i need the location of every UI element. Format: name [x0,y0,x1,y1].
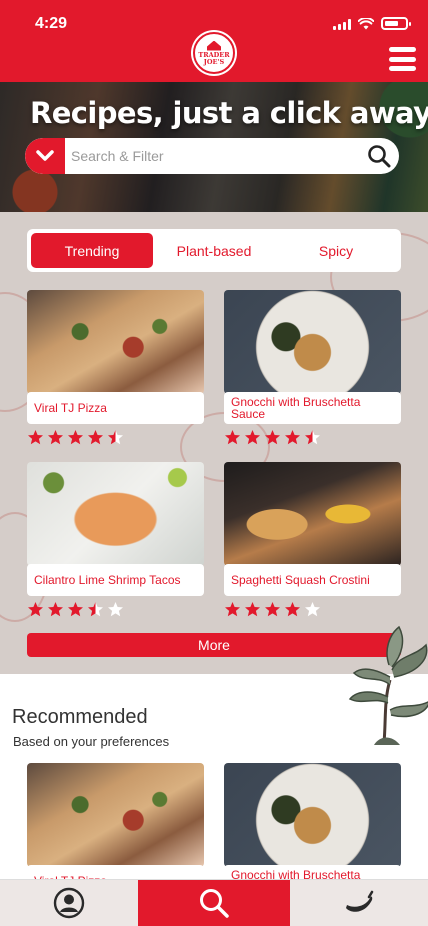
recipe-title-box[interactable]: Gnocchi with Bruschetta Sauce [224,392,401,424]
star-icon [245,601,260,616]
recipe-card[interactable]: Spaghetti Squash Crostini [224,462,401,618]
recipe-title-box[interactable]: Viral TJ Pizza [27,392,204,424]
recipe-image[interactable] [27,763,204,867]
recommended-card[interactable]: Viral TJ Pizza [27,763,204,897]
battery-icon [381,17,411,30]
star-icon [305,601,320,616]
recipe-card[interactable]: Cilantro Lime Shrimp Tacos [27,462,204,618]
recipe-image[interactable] [224,290,401,394]
recipe-title: Gnocchi with Bruschetta Sauce [231,395,361,421]
trending-section: Trending Plant-based Spicy Viral TJ Pizz… [0,212,428,674]
bottom-nav [0,879,428,926]
star-icon [285,601,300,616]
recipe-title: Viral TJ Pizza [34,401,107,415]
logo-text: TRADER JOE'S [198,50,230,66]
star-icon [88,429,103,444]
recipe-title: Spaghetti Squash Crostini [231,573,370,587]
plant-illustration [348,625,428,745]
search-button[interactable] [359,138,399,174]
star-icon [28,429,43,444]
recipe-image[interactable] [27,290,204,394]
app-header: 4:29 TRADER JOE'S [0,0,428,82]
hamburger-menu-button[interactable] [389,47,416,71]
star-icon [265,601,280,616]
profile-icon [53,887,85,919]
trader-joes-logo[interactable]: TRADER JOE'S [193,32,235,74]
recommended-card[interactable]: Gnocchi with Bruschetta Sauce [224,763,401,897]
recipe-title-box[interactable]: Cilantro Lime Shrimp Tacos [27,564,204,596]
recommended-subtitle: Based on your preferences [13,734,170,749]
chevron-down-icon [36,150,54,161]
star-icon [225,429,240,444]
star-icon [88,601,103,616]
star-icon [28,601,43,616]
recipe-title: Cilantro Lime Shrimp Tacos [34,573,181,587]
recommended-title: Recommended [12,706,148,728]
search-icon [368,145,391,168]
nav-profile[interactable] [0,880,138,926]
star-icon [68,429,83,444]
recipe-image[interactable] [224,462,401,566]
recipe-tabs: Trending Plant-based Spicy [27,229,401,272]
star-icon [265,429,280,444]
hero-title: Recipes, just a click away! [30,96,428,130]
star-icon [225,601,240,616]
recipe-image[interactable] [224,763,401,867]
star-icon [68,601,83,616]
status-time: 4:29 [35,15,68,32]
banana-icon [346,890,374,912]
tab-spicy[interactable]: Spicy [275,233,397,268]
search-input[interactable] [65,138,359,174]
star-icon [245,429,260,444]
recipe-title-box[interactable]: Spaghetti Squash Crostini [224,564,401,596]
star-icon [48,601,63,616]
star-icon [285,429,300,444]
star-rating [27,600,204,618]
star-icon [108,429,123,444]
star-icon [108,601,123,616]
star-rating [224,600,401,618]
star-icon [48,429,63,444]
signal-icon [333,19,351,30]
star-rating [27,428,204,446]
wifi-icon [358,18,374,30]
star-rating [224,428,401,446]
logo-building-icon [207,40,221,51]
recipe-card[interactable]: Viral TJ Pizza [27,290,204,446]
nav-banana[interactable] [290,880,428,926]
tab-trending[interactable]: Trending [31,233,153,268]
tab-plant-based[interactable]: Plant-based [153,233,275,268]
star-icon [305,429,320,444]
search-bar [25,138,399,174]
nav-search[interactable] [138,880,290,926]
search-icon [200,889,229,918]
filter-dropdown-button[interactable] [25,138,65,174]
status-icons [333,17,411,30]
hero-banner: Recipes, just a click away! [0,82,428,212]
recipe-image[interactable] [27,462,204,566]
recipe-card[interactable]: Gnocchi with Bruschetta Sauce [224,290,401,446]
